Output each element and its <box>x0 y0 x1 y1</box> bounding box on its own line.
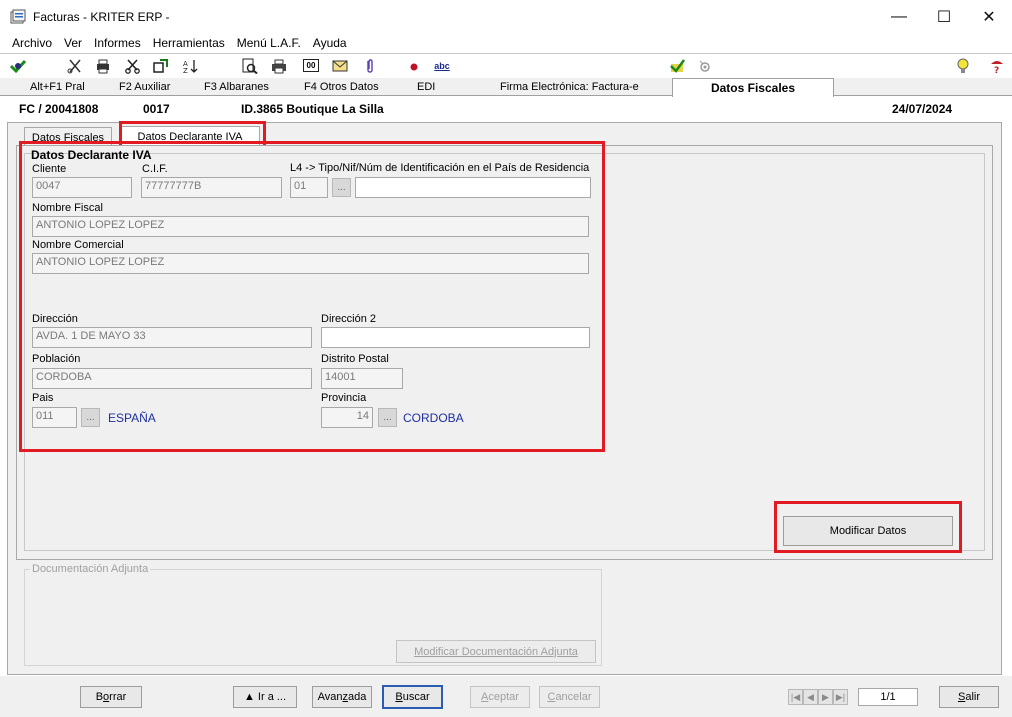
refresh-icon[interactable] <box>152 58 170 74</box>
invoice-number: FC / 20041808 <box>19 102 99 116</box>
fkey-otros-datos[interactable]: F4 Otros Datos <box>304 78 379 96</box>
menu-bar: Archivo Ver Informes Herramientas Menú L… <box>0 34 1012 52</box>
record-position: 1/1 <box>858 688 918 706</box>
salir-text-2: alir <box>965 691 980 703</box>
cancelar-text-2: ancelar <box>555 691 592 703</box>
record-icon[interactable] <box>405 58 423 74</box>
highlight-form-box <box>19 141 605 452</box>
print-icon[interactable] <box>94 58 112 74</box>
sort-icon[interactable]: A Z <box>182 58 200 74</box>
preview-icon[interactable] <box>241 58 259 74</box>
function-key-strip: Alt+F1 Pral F2 Auxiliar F3 Albaranes F4 … <box>0 78 1012 97</box>
svg-text:?: ? <box>994 66 999 74</box>
buscar-text-2: uscar <box>402 691 430 703</box>
avanzada-text-3: ada <box>348 691 367 703</box>
cut-icon[interactable] <box>124 58 142 74</box>
highlight-button-box <box>774 501 962 553</box>
close-button[interactable]: ✕ <box>966 0 1012 34</box>
counter-icon[interactable]: 00 <box>303 59 319 72</box>
ir-a-button[interactable]: ▲ Ir a ... <box>233 686 297 708</box>
invoice-series: 0017 <box>143 102 170 116</box>
toolbar: A Z 00 abc ? <box>0 53 1012 77</box>
menu-laf[interactable]: Menú L.A.F. <box>231 36 307 50</box>
checkmark-icon[interactable] <box>668 58 686 74</box>
client-name: ID.3865 Boutique La Silla <box>241 102 384 116</box>
cancelar-text-1: C <box>547 691 556 703</box>
spellcheck-icon[interactable]: abc <box>431 58 453 74</box>
borrar-button[interactable]: Bo rrar <box>80 686 142 708</box>
document-header: FC / 20041808 0017 ID.3865 Boutique La S… <box>0 96 1012 122</box>
fkey-albaranes[interactable]: F3 Albaranes <box>204 78 269 96</box>
last-record-button[interactable]: ▶| <box>833 689 848 705</box>
aceptar-button[interactable]: Aceptar <box>470 686 530 708</box>
maximize-button[interactable]: ☐ <box>921 0 967 34</box>
aceptar-text-2: ceptar <box>488 691 519 703</box>
buscar-button[interactable]: Buscar <box>382 685 443 709</box>
next-record-button[interactable]: ▶ <box>818 689 833 705</box>
invoice-date: 24/07/2024 <box>892 102 953 116</box>
menu-informes[interactable]: Informes <box>88 36 147 50</box>
borrar-text-3: rrar <box>109 691 127 703</box>
menu-archivo[interactable]: Archivo <box>6 36 58 50</box>
avanzada-text-1: Avan <box>317 691 343 703</box>
fkey-datos-fiscales[interactable]: Datos Fiscales <box>672 78 834 97</box>
minimize-button[interactable]: — <box>876 0 922 34</box>
scissors-tool-icon[interactable] <box>66 58 84 74</box>
clip-icon[interactable] <box>361 58 379 74</box>
menu-ver[interactable]: Ver <box>58 36 88 50</box>
window-title: Facturas - KRITER ERP - <box>33 10 170 24</box>
eye-icon[interactable] <box>696 58 714 74</box>
cancelar-button[interactable]: Cancelar <box>539 686 600 708</box>
mail-icon[interactable] <box>331 58 349 74</box>
buscar-text-1: B <box>395 691 403 703</box>
lightbulb-icon[interactable] <box>954 58 972 74</box>
help-icon[interactable]: ? <box>988 58 1006 74</box>
salir-text-1: S <box>957 691 966 703</box>
prev-record-button[interactable]: ◀ <box>803 689 818 705</box>
salir-button[interactable]: Salir <box>939 686 999 708</box>
avanzada-button[interactable]: Avan z ada <box>312 686 372 708</box>
printer-icon[interactable] <box>270 58 288 74</box>
title-bar: Facturas - KRITER ERP - — ☐ ✕ <box>0 0 1012 34</box>
fkey-edi[interactable]: EDI <box>417 78 435 96</box>
svg-text:Z: Z <box>183 67 188 74</box>
menu-herramientas[interactable]: Herramientas <box>147 36 231 50</box>
borrar-text-1: B <box>95 691 104 703</box>
app-icon <box>10 9 26 24</box>
aceptar-text-1: A <box>481 691 489 703</box>
fkey-firma-electronica[interactable]: Firma Electrónica: Factura-e <box>500 78 639 96</box>
exit-icon[interactable] <box>9 58 27 74</box>
menu-ayuda[interactable]: Ayuda <box>307 36 353 50</box>
modificar-documentacion-button[interactable]: Modificar Documentación Adjunta <box>396 640 596 663</box>
fkey-auxiliar[interactable]: F2 Auxiliar <box>119 78 170 96</box>
first-record-button[interactable]: |◀ <box>788 689 803 705</box>
documentacion-legend: Documentación Adjunta <box>30 563 151 575</box>
fkey-pral[interactable]: Alt+F1 Pral <box>30 78 85 96</box>
